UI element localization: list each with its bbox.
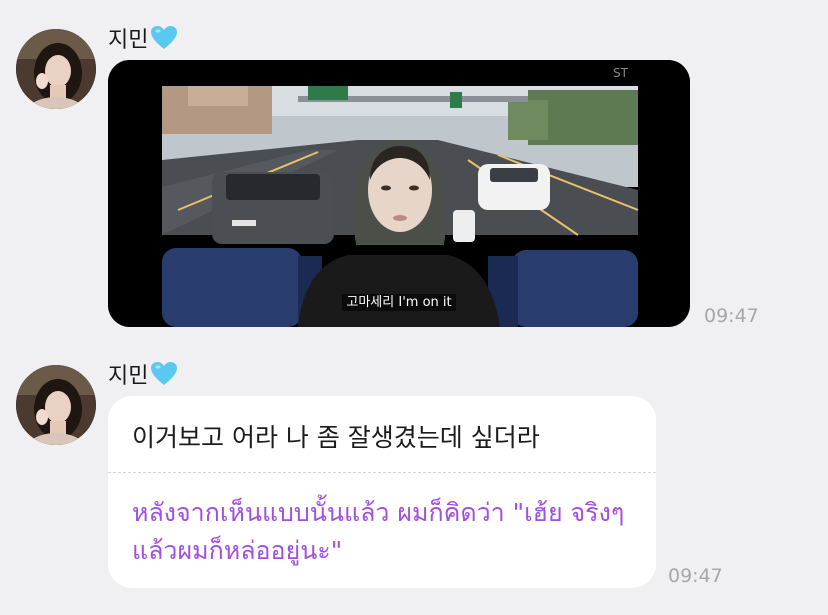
- message-text: 이거보고 어라 나 좀 잘생겼는데 싶더라: [132, 423, 540, 452]
- message-time: 09:47: [704, 305, 759, 327]
- sender-avatar[interactable]: [16, 29, 96, 109]
- video-message[interactable]: ST 고마세리 I'm on it: [108, 60, 690, 327]
- light-blue-heart-icon: [151, 26, 178, 49]
- video-watermark: ST: [613, 66, 628, 80]
- message-translation: หลังจากเห็นแบบนั้นแล้ว ผมก็คิดว่า "เฮ้ย …: [132, 498, 625, 565]
- sender-name-text: 지민: [108, 364, 149, 389]
- light-blue-heart-icon: [151, 362, 178, 385]
- text-message-bubble[interactable]: 이거보고 어라 나 좀 잘생겼는데 싶더라 หลังจากเห็นแบบนั้น…: [108, 396, 656, 588]
- sender-name: 지민: [108, 22, 178, 54]
- translation-divider: [108, 472, 656, 473]
- video-subtitle-text: 고마세리 I'm on it: [342, 294, 456, 311]
- sender-name-text: 지민: [108, 28, 149, 53]
- sender-avatar[interactable]: [16, 365, 96, 445]
- video-subtitle: 고마세리 I'm on it: [108, 291, 690, 311]
- sender-name: 지민: [108, 358, 178, 390]
- message-time: 09:47: [668, 565, 723, 587]
